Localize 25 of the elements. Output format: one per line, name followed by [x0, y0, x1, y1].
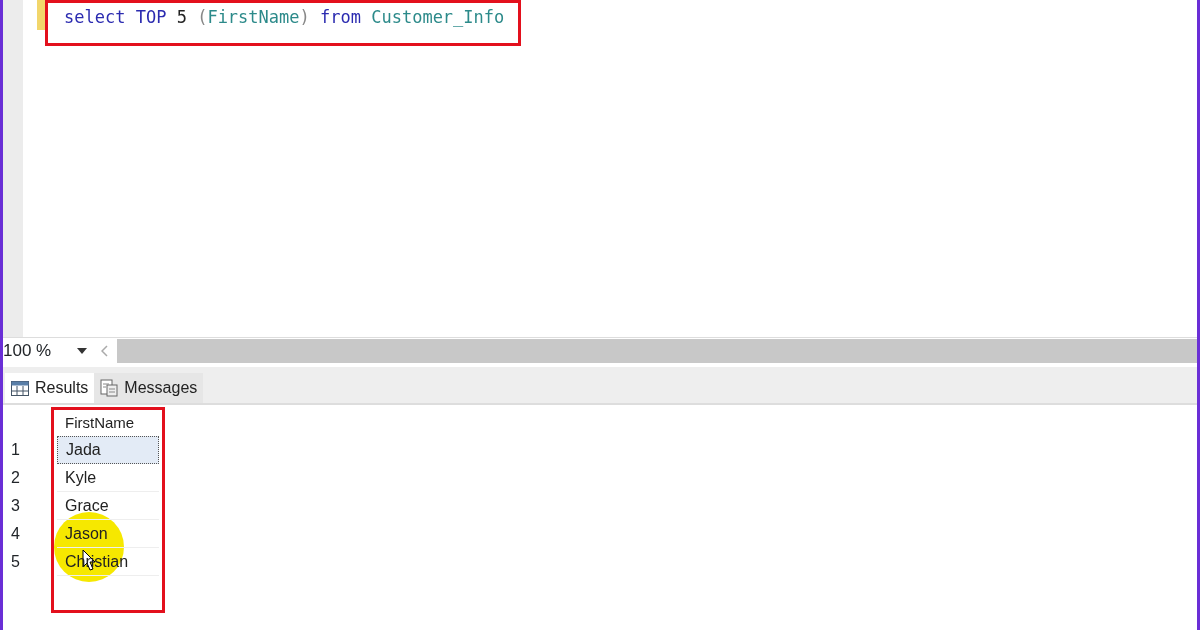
code-token: TOP	[135, 7, 167, 27]
caret-icon	[77, 347, 87, 354]
table-cell[interactable]: Jada	[57, 436, 159, 464]
row-number: 3	[10, 496, 21, 516]
grid-icon	[11, 380, 29, 396]
column-header[interactable]: FirstName	[57, 412, 159, 436]
row-number: 2	[10, 468, 21, 488]
row-number: 4	[10, 524, 21, 544]
row-number: 5	[10, 552, 21, 572]
code-token: )	[299, 7, 310, 27]
table-cell[interactable]: Kyle	[57, 464, 159, 492]
zoom-value: 100 %	[3, 339, 52, 362]
code-token: FirstName	[207, 7, 300, 27]
change-marker	[37, 0, 45, 30]
results-tab[interactable]: Results	[5, 373, 95, 403]
results-tab[interactable]: Messages	[94, 373, 204, 403]
code-token: select	[64, 7, 126, 27]
code-token: (	[197, 7, 208, 27]
code-token: 5	[176, 7, 187, 27]
row-number: 1	[10, 440, 21, 460]
code-token: from	[320, 7, 361, 27]
chevron-left-icon	[100, 344, 108, 357]
zoom-dropdown[interactable]: 100 %	[3, 338, 91, 363]
document-icon	[100, 379, 119, 397]
code-token: Customer_Info	[371, 7, 505, 27]
